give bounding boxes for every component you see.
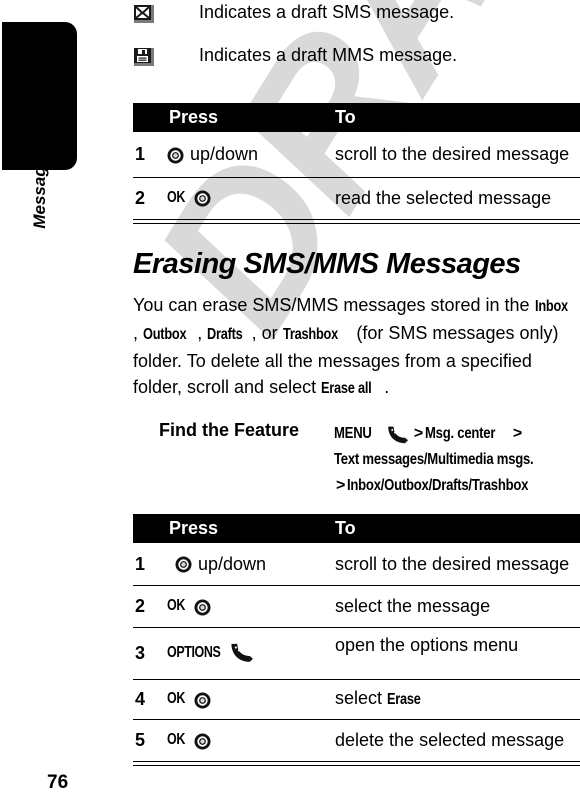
header-press: Press: [155, 514, 329, 544]
folder-trashbox: Trashbox: [282, 326, 338, 344]
step-press-key: OK: [167, 189, 185, 206]
menu-erase: Erase: [387, 691, 421, 709]
step-press: up/down: [155, 543, 329, 586]
draft-mms-floppy-icon: [133, 43, 171, 68]
folder-outbox: Outbox: [143, 326, 187, 344]
step-to: scroll to the desired message: [329, 132, 580, 178]
path-item-folders: Inbox/Outbox/Drafts/Trashbox: [347, 477, 529, 495]
header-press: Press: [155, 103, 329, 132]
table-row: 1 up/down scroll to the desired message: [133, 132, 580, 178]
section-paragraph: You can erase SMS/MMS messages stored in…: [133, 292, 580, 402]
nav-key-icon: [175, 554, 192, 575]
step-press-suffix: up/down: [198, 553, 267, 574]
menu-key-label: MENU: [334, 425, 372, 443]
step-to: select Erase: [329, 679, 580, 720]
step-press: OK: [155, 177, 329, 220]
page-number: 76: [47, 772, 69, 793]
legend-item-draft-mms: Indicates a draft MMS message.: [133, 43, 580, 95]
table-row: 2 OK: [133, 177, 580, 220]
step-press-key: OK: [167, 690, 185, 708]
center-select-key-icon: [194, 730, 211, 751]
step-number: 1: [133, 132, 155, 178]
table-row: 5 OK delete the selected message: [133, 719, 580, 762]
step-press: up/down: [155, 132, 329, 178]
softkey-menu-icon: [228, 641, 254, 665]
path-separator: >: [336, 477, 346, 495]
section-title: Erasing SMS/MMS Messages: [133, 247, 521, 280]
menu-erase-all: Erase all: [321, 380, 372, 398]
table-header-row: Press To: [133, 514, 580, 544]
paragraph-part: You can erase SMS/MMS messages stored in…: [133, 295, 535, 316]
step-number: 5: [133, 719, 155, 762]
paragraph-part: ,: [197, 323, 208, 344]
step-press-suffix: up/down: [190, 143, 259, 164]
softkey-menu-icon: [385, 421, 409, 446]
path-item-msg-center: Msg. center: [425, 425, 496, 443]
header-step-number: [133, 103, 155, 132]
path-item-text-multimedia: Text messages/Multimedia msgs.: [334, 451, 534, 469]
paragraph-part: .: [384, 377, 390, 398]
legend-item-draft-sms: Indicates a draft SMS message.: [133, 0, 580, 43]
path-separator: >: [413, 425, 424, 443]
procedure-table-read-message: Press To 1 up/down scroll to the desired…: [133, 103, 580, 227]
table-row: 1 up/down scroll to the desired message: [133, 543, 580, 586]
step-to: read the selected message: [329, 177, 580, 220]
paragraph-part: , or: [251, 323, 283, 344]
folder-inbox: Inbox: [534, 298, 568, 316]
step-to: open the options menu: [329, 627, 580, 680]
legend-text-draft-sms: Indicates a draft SMS message.: [199, 2, 455, 22]
center-select-key-icon: [194, 689, 211, 710]
step-press-key: OPTIONS: [167, 644, 221, 662]
table-end-rule: [133, 222, 580, 227]
table-row: 4 OK select Erase: [133, 679, 580, 720]
draft-sms-envelope-icon: [133, 0, 171, 25]
step-press-key: OK: [167, 731, 185, 749]
table-end-rule: [133, 764, 580, 769]
procedure-table-erase-message: Press To 1 up/down scroll to the desired…: [133, 514, 580, 769]
find-the-feature: Find the Feature MENU > Msg. center >Text …: [133, 420, 580, 498]
step-number: 2: [133, 177, 155, 220]
legend-text-draft-mms: Indicates a draft MMS message.: [199, 45, 458, 65]
step-number: 4: [133, 679, 155, 720]
header-to: To: [329, 514, 580, 544]
step-press-key: OK: [167, 597, 185, 615]
page-content: Indicates a draft SMS message. Indicates…: [133, 0, 580, 769]
nav-key-icon: [167, 144, 184, 165]
center-select-key-icon: [194, 596, 211, 617]
table-row: 3 OPTIONS open the options menu: [133, 627, 580, 680]
chapter-tab-label: Messages: [30, 147, 49, 229]
step-number: 2: [133, 585, 155, 628]
header-step-number: [133, 514, 155, 544]
header-to: To: [329, 103, 580, 132]
center-select-key-icon: [194, 188, 211, 209]
step-to-plain: select: [335, 688, 388, 709]
path-separator: >: [512, 425, 523, 443]
step-number: 1: [133, 543, 155, 586]
table-header-row: Press To: [133, 103, 580, 132]
table-row: 2 OK: [133, 585, 580, 628]
step-to: select the message: [329, 585, 580, 628]
step-to: delete the selected message: [329, 719, 580, 762]
step-press: OK: [155, 719, 329, 762]
find-the-feature-path: MENU > Msg. center >Text messages/Multimed…: [334, 420, 580, 498]
find-the-feature-label: Find the Feature: [159, 420, 300, 441]
step-press: OPTIONS: [155, 627, 329, 680]
step-press: OK: [155, 585, 329, 628]
paragraph-part: ,: [133, 323, 144, 344]
step-to: scroll to the desired message: [329, 543, 580, 586]
step-press: OK: [155, 679, 329, 720]
folder-drafts: Drafts: [207, 326, 243, 344]
step-number: 3: [133, 627, 155, 680]
